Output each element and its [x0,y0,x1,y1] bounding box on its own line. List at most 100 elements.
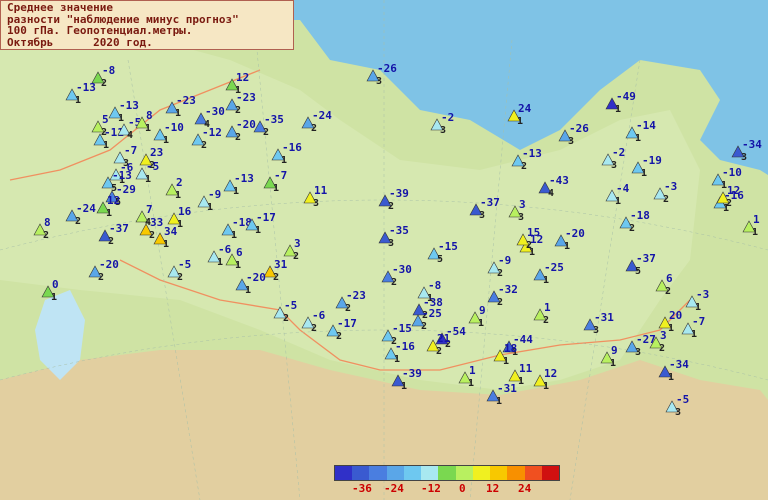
station-value-label: 23 [150,146,163,159]
station-count-label: 3 [741,152,747,163]
station-count-label: 2 [235,132,241,143]
station-value-label: -39 [389,187,409,200]
station-value-label: -34 [742,138,762,151]
title-box: Среднее значение разности "наблюдение мин… [0,0,294,50]
legend-swatch [386,466,404,480]
station-count-label: 2 [98,272,104,283]
station-value-label: 1 [544,301,551,314]
station-value-label: 8 [44,216,51,229]
legend-tick-2: -24 [384,482,404,495]
station-value-label: -24 [312,109,332,122]
station-count-label: 2 [521,161,527,172]
legend-swatch [438,466,456,480]
station-value-label: -14 [636,119,656,132]
station-count-label: 1 [145,174,151,185]
station-count-label: 1 [468,378,474,389]
title-line-3: 100 гПа. Геопотенциал.метры. [7,24,193,37]
legend-swatch [490,466,508,480]
station-value-label: -6 [312,309,326,322]
station-count-label: 1 [517,116,523,127]
station-value-label: 11 [314,184,328,197]
station-value-label: -19 [642,154,662,167]
station-value-label: -8 [102,64,115,77]
station-count-label: 3 [635,347,641,358]
station-count-label: 5 [635,266,641,277]
station-count-label: 1 [518,376,524,387]
station-value-label: 12 [236,71,249,84]
color-legend: -36 -24 -12 0 12 24 [334,465,560,495]
station-count-label: 3 [440,125,446,136]
station-value-label: 31 [274,258,288,271]
station-count-label: 2 [201,140,207,151]
station-count-label: 1 [691,329,697,340]
station-count-label: 2 [311,123,317,134]
station-count-label: 4 [127,130,133,141]
station-count-label: 1 [163,239,169,250]
legend-labels: -36 -24 -12 0 12 24 [334,481,560,495]
station-count-label: 1 [615,104,621,115]
station-count-label: 2 [659,343,665,354]
station-value-label: -13 [234,172,254,185]
station-value-label: -5 [284,299,297,312]
station-value-label: -37 [636,252,656,265]
station-count-label: 2 [421,321,427,332]
station-value-label: -30 [392,263,412,276]
station-value-label: 6 [666,272,673,285]
station-value-label: 12 [544,367,557,380]
station-value-label: -15 [438,240,458,253]
station-count-label: 1 [401,381,407,392]
station-value-label: -23 [346,289,366,302]
station-count-label: 2 [293,251,299,262]
station-count-label: 1 [564,241,570,252]
station-count-label: 1 [641,168,647,179]
station-count-label: 3 [568,136,574,147]
station-count-label: 2 [436,346,442,357]
station-value-label: 34 [164,225,178,238]
station-count-label: 2 [177,272,183,283]
station-count-label: 2 [311,323,317,334]
station-count-label: 1 [245,285,251,296]
station-value-label: -13 [112,169,132,182]
station-count-label: 1 [231,230,237,241]
station-value-label: -10 [722,166,742,179]
station-count-label: 1 [235,85,241,96]
station-count-label: 2 [149,230,155,241]
station-value-label: -39 [402,367,422,380]
station-value-label: -2 [441,111,454,124]
station-value-label: -43 [549,174,569,187]
station-value-label: -17 [337,317,357,330]
station-count-label: 1 [145,123,151,134]
station-value-label: 16 [178,205,192,218]
station-count-label: 2 [43,230,49,241]
station-count-label: 1 [610,358,616,369]
station-count-label: 1 [281,155,287,166]
legend-swatch [507,466,525,480]
station-value-label: 21 [437,332,451,345]
station-value-label: 12 [107,194,120,207]
station-value-label: -20 [565,227,585,240]
station-count-label: 1 [394,354,400,365]
legend-swatch [455,466,473,480]
station-count-label: 1 [233,186,239,197]
station-value-label: -24 [76,202,96,215]
station-value-label: -15 [392,322,412,335]
station-value-label: 5 [102,113,109,126]
station-value-label: -13 [522,147,542,160]
station-count-label: 1 [255,225,261,236]
station-value-label: -13 [119,99,139,112]
station-count-label: 1 [668,372,674,383]
station-count-label: 2 [497,297,503,308]
station-count-label: 2 [665,286,671,297]
station-value-label: -30 [205,105,225,118]
legend-swatch [335,466,353,480]
station-count-label: 1 [273,183,279,194]
station-value-label: 0 [52,278,59,291]
station-count-label: 2 [629,223,635,234]
station-value-label: 9 [479,304,486,317]
station-count-label: 2 [497,268,503,279]
legend-swatch [541,466,560,480]
title-line-4: Октябрь 2020 год. [7,35,153,49]
station-count-label: 1 [75,95,81,106]
legend-swatch [352,466,370,480]
station-count-label: 2 [391,277,397,288]
